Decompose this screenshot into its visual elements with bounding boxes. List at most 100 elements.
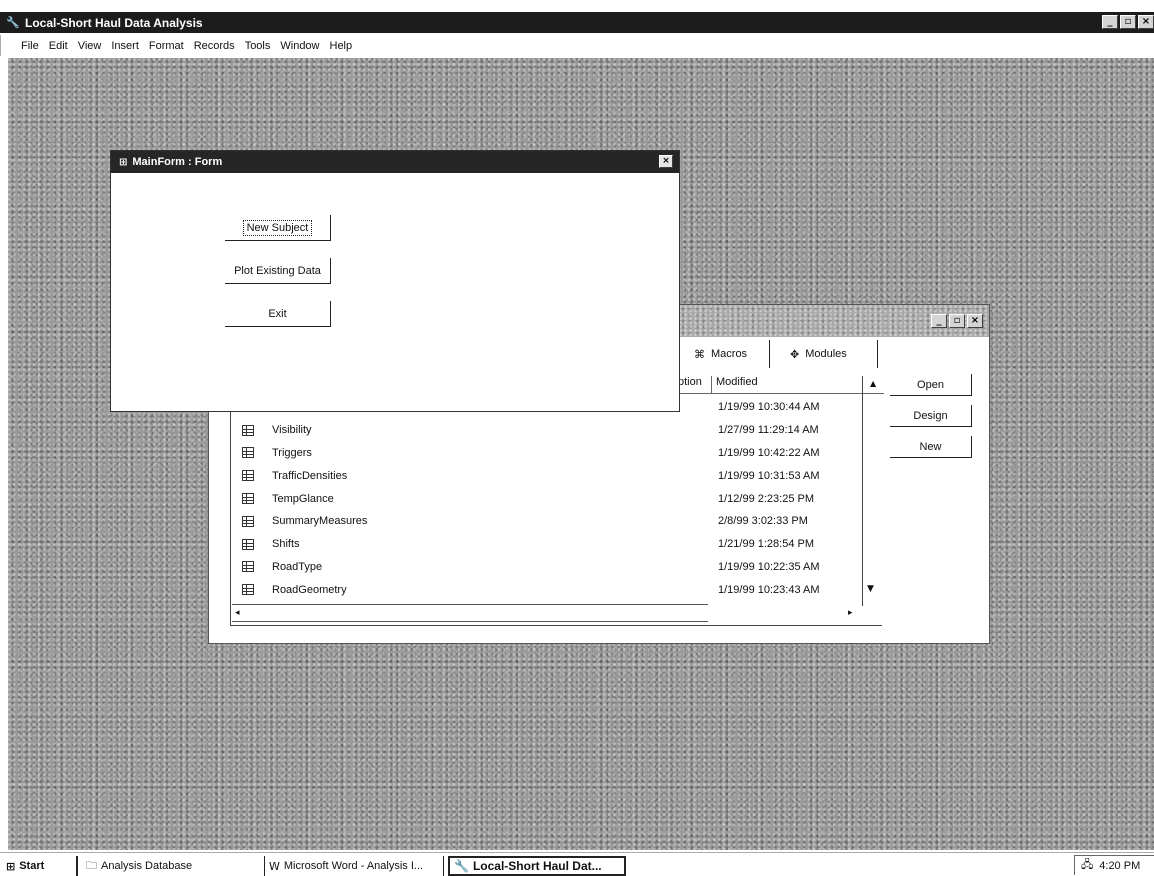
row-table-name: Triggers [272,446,312,459]
menu-tools[interactable]: Tools [245,40,271,52]
design-button[interactable]: Design [890,405,972,427]
table-icon [242,493,254,505]
row-table-name: RoadType [272,560,323,573]
network-icon[interactable]: 🖧 [1081,856,1093,875]
tab-macros[interactable]: ⌘ Macros [682,340,770,368]
menu-insert[interactable]: Insert [111,40,139,52]
table-icon [242,561,254,573]
row-modified-date: 1/19/99 10:31:53 AM [718,469,820,482]
db-minimize-button[interactable]: _ [931,314,947,328]
object-list: 1/19/99 10:30:44 AM Visibility 1/27/99 1… [232,396,882,601]
menu-edit[interactable]: Edit [49,40,68,52]
row-modified-date: 1/19/99 10:42:22 AM [718,446,820,459]
row-modified-date: 2/8/99 3:02:33 PM [718,515,808,528]
new-button-label: New [919,440,942,453]
menu-bar: File Edit View Insert Format Records Too… [0,35,1154,56]
horizontal-scrollbar[interactable]: ◂ ▸ [232,604,853,622]
list-item[interactable]: Triggers 1/19/99 10:42:22 AM [232,442,882,465]
row-table-name: Shifts [272,538,300,551]
app-window-controls: _ ▫ × [1102,15,1154,29]
scroll-down-icon[interactable]: ▼ [867,584,874,594]
app-restore-button[interactable]: ▫ [1120,15,1136,29]
form-icon: ⊞ [119,156,128,168]
menu-records[interactable]: Records [194,40,235,52]
object-list-header: ption Modified ▲ [676,376,884,394]
list-item[interactable]: RoadType 1/19/99 10:22:35 AM [232,556,882,579]
scroll-right-icon[interactable]: ▸ [848,608,853,618]
list-item[interactable]: SummaryMeasures 2/8/99 3:02:33 PM [232,510,882,533]
menu-window[interactable]: Window [280,40,319,52]
row-modified-date: 1/19/99 10:23:43 AM [718,583,820,596]
new-subject-button[interactable]: New Subject [225,215,331,241]
column-header-modified[interactable]: Modified [712,376,870,393]
table-icon [242,584,254,596]
menu-view[interactable]: View [78,40,102,52]
table-icon [242,424,254,436]
tab-modules[interactable]: ✥ Modules [778,340,878,368]
word-icon: W [269,859,280,873]
start-button[interactable]: ⊞ Start [2,856,78,876]
table-icon [242,538,254,550]
row-modified-date: 1/19/99 10:30:44 AM [718,401,820,414]
access-key-icon: 🔧 [6,16,20,29]
list-item[interactable]: Visibility 1/27/99 11:29:14 AM [232,419,882,442]
list-item[interactable]: TrafficDensities 1/19/99 10:31:53 AM [232,464,882,487]
row-modified-date: 1/12/99 2:23:25 PM [718,492,815,505]
menu-format[interactable]: Format [149,40,184,52]
new-subject-label: New Subject [242,219,313,236]
db-maximize-button[interactable]: ▫ [949,314,965,328]
row-modified-date: 1/27/99 11:29:14 AM [718,424,819,437]
list-item[interactable]: TempGlance 1/12/99 2:23:25 PM [232,487,882,510]
row-table-name: Visibility [272,424,312,437]
menu-help[interactable]: Help [330,40,353,52]
row-modified-date: 1/21/99 1:28:54 PM [718,538,815,551]
module-icon: ✥ [790,347,800,361]
exit-label: Exit [268,307,287,320]
table-icon [242,515,254,527]
main-form-close-button[interactable]: × [659,155,673,168]
tab-modules-label: Modules [805,348,847,360]
database-window-controls: _ ▫ × [931,314,983,328]
windows-logo-icon: ⊞ [6,859,16,873]
main-form-title-bar[interactable]: ⊞ MainForm : Form × [111,151,679,173]
open-button-label: Open [917,378,944,391]
db-close-button[interactable]: × [967,314,983,328]
column-header-description[interactable]: ption [676,376,712,393]
plot-existing-data-button[interactable]: Plot Existing Data [225,258,331,284]
clock: 4:20 PM [1099,859,1141,872]
app-minimize-button[interactable]: _ [1102,15,1118,29]
taskbar-item-label: Analysis Database [101,860,193,872]
taskbar-item-label: Local-Short Haul Dat... [472,859,602,873]
taskbar-item-analysis-database[interactable]: 🗀 Analysis Database [82,856,258,876]
open-button[interactable]: Open [890,374,972,396]
main-form-title: MainForm : Form [132,156,223,168]
table-icon [242,447,254,459]
scroll-left-icon[interactable]: ◂ [235,608,240,618]
row-table-name: RoadGeometry [272,583,347,596]
main-form-window: ⊞ MainForm : Form × New Subject Plot Exi… [110,150,680,412]
tab-macros-label: Macros [711,348,748,360]
new-button[interactable]: New [890,436,972,458]
row-modified-date: 1/19/99 10:22:35 AM [718,560,820,573]
taskbar: ⊞ Start 🗀 Analysis Database W Microsoft … [0,852,1154,876]
row-table-name: TrafficDensities [272,469,348,482]
row-table-name: SummaryMeasures [272,515,368,528]
access-key-icon: 🔧 [454,859,469,873]
app-close-button[interactable]: × [1138,15,1154,29]
exit-button[interactable]: Exit [225,301,331,327]
macro-icon: ⌘ [694,347,705,361]
start-label: Start [19,860,45,872]
row-table-name: TempGlance [272,492,334,505]
taskbar-item-microsoft-word[interactable]: W Microsoft Word - Analysis I... [264,856,444,876]
table-icon [242,470,254,482]
folder-icon: 🗀 [86,858,97,872]
system-tray: 🖧 4:20 PM [1074,855,1154,875]
vertical-scrollbar[interactable]: ▼ [862,376,882,606]
menu-file[interactable]: File [21,40,39,52]
taskbar-item-label: Microsoft Word - Analysis I... [283,860,424,872]
taskbar-item-local-short-haul[interactable]: 🔧 Local-Short Haul Dat... [448,856,626,876]
plot-existing-data-label: Plot Existing Data [234,264,321,277]
list-item[interactable]: Shifts 1/21/99 1:28:54 PM [232,533,882,556]
list-item[interactable]: RoadGeometry 1/19/99 10:23:43 AM [232,578,882,601]
app-title-bar: 🔧 Local-Short Haul Data Analysis _ ▫ × [0,12,1154,33]
